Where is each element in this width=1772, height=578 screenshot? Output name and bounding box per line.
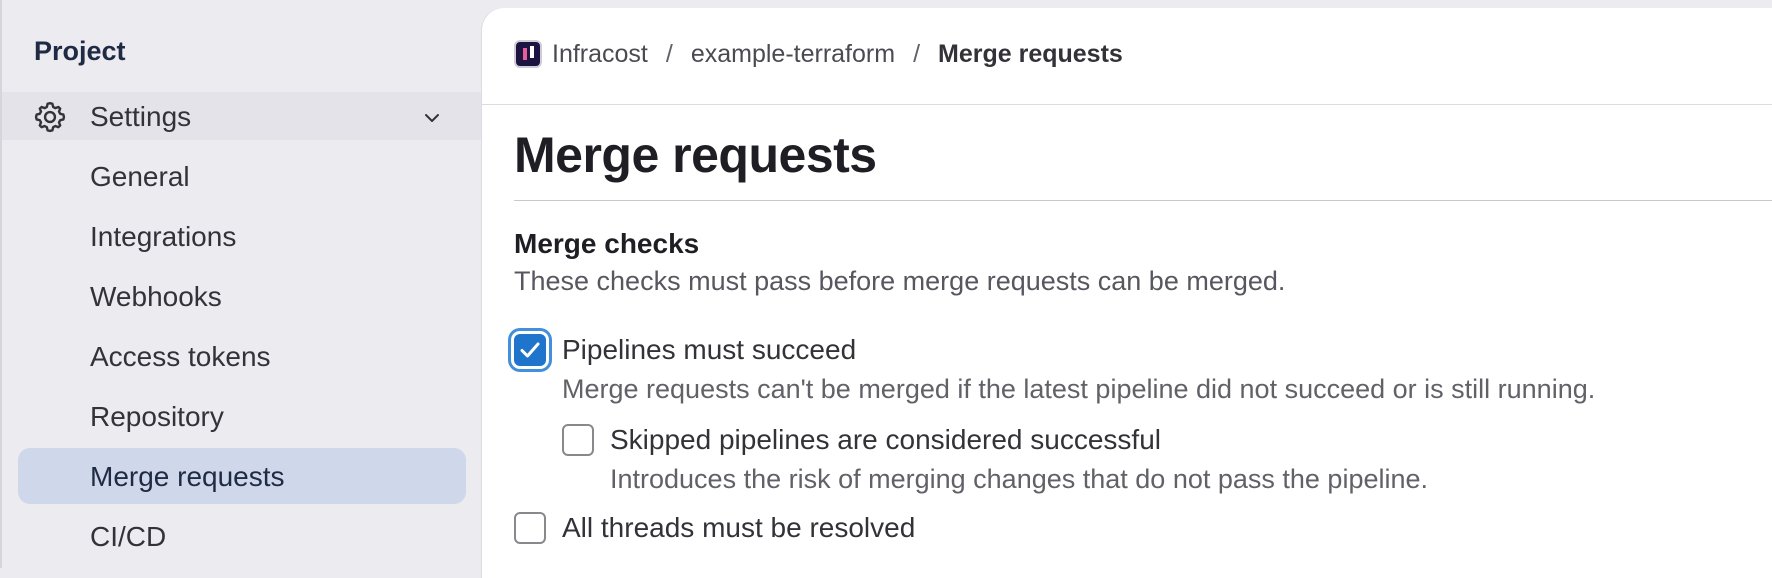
sidebar-item-label: General <box>90 161 190 192</box>
main-panel: Infracost / example-terraform / Merge re… <box>482 8 1772 578</box>
section-title: Merge checks <box>514 228 700 259</box>
breadcrumb-project-link[interactable]: example-terraform <box>691 40 895 69</box>
header-divider <box>482 104 1772 105</box>
sidebar-item-merge-requests[interactable]: Merge requests <box>18 448 466 504</box>
section-description: These checks must pass before merge requ… <box>514 266 1286 296</box>
check-icon <box>520 342 540 358</box>
sidebar-item-label: Repository <box>90 401 224 432</box>
sidebar-item-access-tokens[interactable]: Access tokens <box>18 328 466 384</box>
sidebar-item-webhooks[interactable]: Webhooks <box>18 268 466 324</box>
breadcrumb-group-link[interactable]: Infracost <box>552 40 648 69</box>
sidebar: Project Settings General Integrations We… <box>0 0 482 568</box>
chevron-down-icon[interactable] <box>420 106 444 130</box>
threads-resolved-label[interactable]: All threads must be resolved <box>562 512 915 544</box>
sidebar-item-settings-label: Settings <box>90 101 192 132</box>
sidebar-item-label: Merge requests <box>90 461 285 492</box>
breadcrumb-separator: / <box>665 39 673 68</box>
skipped-pipelines-checkbox[interactable] <box>562 424 594 456</box>
threads-resolved-checkbox[interactable] <box>514 512 546 544</box>
gear-icon <box>34 102 66 133</box>
page-title: Merge requests <box>514 127 877 183</box>
skipped-pipelines-help: Introduces the risk of merging changes t… <box>610 464 1429 494</box>
pipelines-must-succeed-label[interactable]: Pipelines must succeed <box>562 334 856 366</box>
pipelines-must-succeed-help: Merge requests can't be merged if the la… <box>562 374 1596 404</box>
sidebar-item-label: Integrations <box>90 221 237 252</box>
title-divider <box>514 200 1772 201</box>
sidebar-item-label: Webhooks <box>90 281 222 312</box>
pipelines-must-succeed-checkbox[interactable] <box>514 334 546 366</box>
sidebar-item-integrations[interactable]: Integrations <box>18 208 466 264</box>
sidebar-edge <box>0 0 2 568</box>
skipped-pipelines-label[interactable]: Skipped pipelines are considered success… <box>610 424 1161 456</box>
sidebar-item-ci-cd[interactable]: CI/CD <box>18 508 466 564</box>
breadcrumb-separator: / <box>913 39 921 68</box>
sidebar-item-label: CI/CD <box>90 521 167 552</box>
infracost-logo-icon[interactable] <box>514 40 542 68</box>
sidebar-item-general[interactable]: General <box>18 148 466 204</box>
breadcrumb: Infracost / example-terraform / Merge re… <box>514 38 1123 70</box>
sidebar-item-label: Access tokens <box>90 341 271 372</box>
sidebar-item-settings[interactable]: Settings <box>2 92 482 140</box>
breadcrumb-current-page[interactable]: Merge requests <box>938 40 1123 69</box>
sidebar-heading: Project <box>34 36 126 66</box>
sidebar-item-repository[interactable]: Repository <box>18 388 466 444</box>
